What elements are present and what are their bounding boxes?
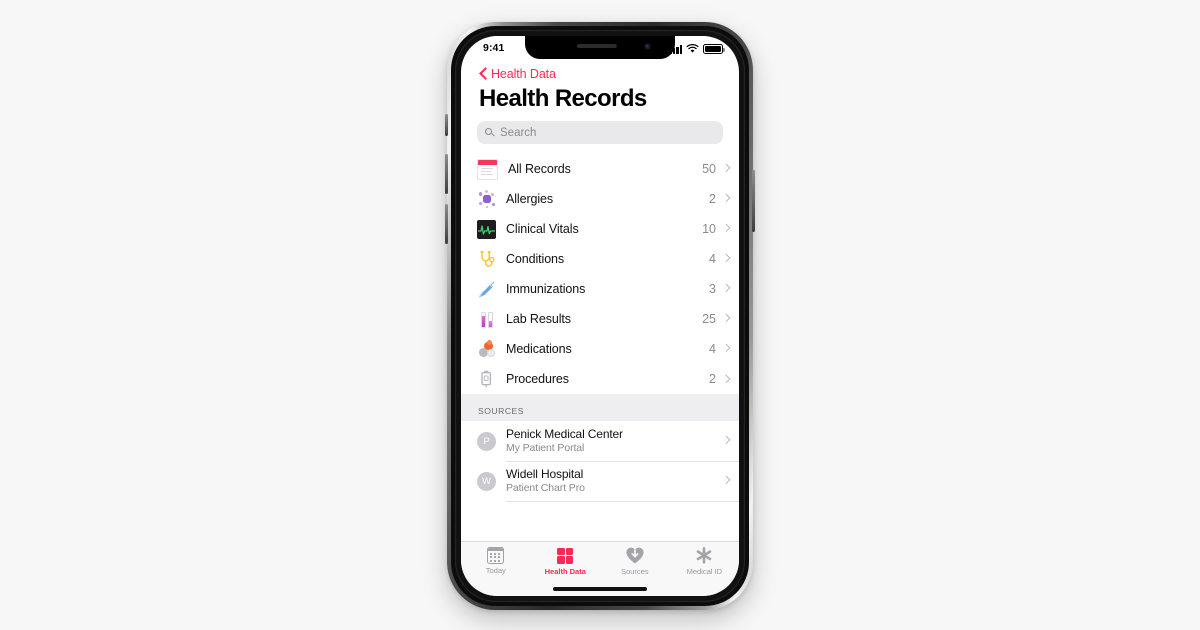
- wifi-icon: [686, 44, 699, 53]
- source-subtitle: Patient Chart Pro: [506, 481, 585, 494]
- record-label: Medications: [506, 341, 572, 356]
- chevron-right-icon: [723, 284, 729, 294]
- volume-down-button[interactable]: [445, 204, 448, 244]
- record-label: Procedures: [506, 372, 569, 387]
- source-row-widell-hospital[interactable]: W Widell Hospital Patient Chart Pro: [461, 461, 739, 502]
- back-button[interactable]: Health Data: [461, 62, 739, 81]
- chevron-right-icon: [723, 194, 729, 204]
- status-indicators: [669, 44, 725, 54]
- back-button-label: Health Data: [491, 66, 556, 81]
- heart-monitor-ekg-icon: [477, 219, 496, 239]
- record-row-procedures[interactable]: Procedures 2: [461, 364, 739, 395]
- record-label: Lab Results: [506, 311, 571, 326]
- source-subtitle: My Patient Portal: [506, 441, 585, 454]
- iv-bag-procedure-icon: [477, 370, 496, 389]
- search-icon: [485, 127, 495, 138]
- calendar-today-icon: [487, 547, 505, 564]
- front-camera: [644, 43, 651, 50]
- tab-health-data[interactable]: Health Data: [531, 546, 601, 576]
- record-row-clinical-vitals[interactable]: Clinical Vitals 10: [461, 214, 739, 245]
- tab-label: Health Data: [544, 567, 586, 576]
- chevron-right-icon: [723, 374, 729, 384]
- tab-today[interactable]: Today: [461, 546, 531, 575]
- earpiece-speaker: [576, 44, 617, 48]
- syringe-icon: [477, 280, 496, 299]
- stethoscope-icon: [477, 250, 496, 269]
- screenshot-canvas: 9:41 Health Data Health Records Search A…: [0, 0, 1200, 630]
- pills-icon: [477, 340, 496, 359]
- record-row-all-records[interactable]: All Records 50: [461, 154, 739, 185]
- record-count: 25: [702, 311, 716, 326]
- sources-section-header: SOURCES: [461, 406, 739, 422]
- avatar: W: [477, 471, 496, 491]
- record-row-medications[interactable]: Medications 4: [461, 334, 739, 365]
- display-notch: [525, 36, 675, 59]
- record-label: Clinical Vitals: [506, 221, 579, 236]
- chevron-right-icon: [723, 254, 729, 264]
- health-data-grid-icon: [555, 546, 575, 565]
- record-categories-list: All Records 50 Allergies 2 Clinical Vita…: [461, 154, 739, 395]
- record-row-immunizations[interactable]: Immunizations 3: [461, 274, 739, 305]
- chevron-right-icon: [723, 476, 729, 486]
- test-tubes-icon: [477, 310, 496, 329]
- record-label: Allergies: [506, 191, 554, 206]
- phone-screen: 9:41 Health Data Health Records Search A…: [461, 36, 739, 596]
- pollen-allergen-icon: [477, 190, 496, 209]
- home-indicator[interactable]: [553, 587, 647, 591]
- search-placeholder: Search: [500, 126, 537, 139]
- document-records-icon: [477, 158, 498, 180]
- source-row-penick-medical-center[interactable]: P Penick Medical Center My Patient Porta…: [461, 421, 739, 462]
- chevron-right-icon: [723, 314, 729, 324]
- record-label: All Records: [508, 161, 571, 176]
- list-filler: [461, 501, 739, 515]
- tab-label: Sources: [620, 567, 649, 576]
- source-name: Widell Hospital: [506, 466, 584, 481]
- record-count: 3: [709, 281, 716, 296]
- search-bar-container: Search: [461, 112, 739, 154]
- record-label: Immunizations: [506, 281, 586, 296]
- chevron-left-icon: [479, 66, 488, 81]
- sources-list: P Penick Medical Center My Patient Porta…: [461, 421, 739, 502]
- record-count: 2: [709, 191, 716, 206]
- volume-up-button[interactable]: [445, 154, 448, 194]
- power-button[interactable]: [752, 170, 755, 232]
- record-count: 2: [709, 372, 716, 387]
- record-row-allergies[interactable]: Allergies 2: [461, 184, 739, 215]
- record-count: 4: [709, 341, 716, 356]
- chevron-right-icon: [723, 344, 729, 354]
- record-count: 50: [702, 161, 716, 176]
- avatar: P: [477, 431, 496, 451]
- record-count: 4: [709, 251, 716, 266]
- status-time: 9:41: [483, 42, 505, 54]
- page-title: Health Records: [479, 85, 647, 112]
- tab-sources[interactable]: Sources: [600, 546, 670, 576]
- tab-label: Medical ID: [686, 567, 722, 576]
- chevron-right-icon: [723, 436, 729, 446]
- chevron-right-icon: [723, 224, 729, 234]
- silence-switch[interactable]: [445, 114, 448, 136]
- tab-medical-id[interactable]: Medical ID: [670, 546, 740, 576]
- medical-asterisk-icon: [694, 546, 714, 565]
- search-input[interactable]: Search: [477, 121, 723, 145]
- source-name: Penick Medical Center: [506, 426, 623, 441]
- heart-download-icon: [625, 546, 645, 565]
- record-label: Conditions: [506, 251, 565, 266]
- record-count: 10: [702, 221, 716, 236]
- chevron-right-icon: [723, 164, 729, 174]
- record-row-lab-results[interactable]: Lab Results 25: [461, 304, 739, 335]
- section-gap: [461, 394, 739, 407]
- iphone-device-frame: 9:41 Health Data Health Records Search A…: [445, 22, 755, 610]
- battery-icon: [703, 44, 725, 54]
- tab-label: Today: [485, 566, 506, 575]
- record-row-conditions[interactable]: Conditions 4: [461, 244, 739, 275]
